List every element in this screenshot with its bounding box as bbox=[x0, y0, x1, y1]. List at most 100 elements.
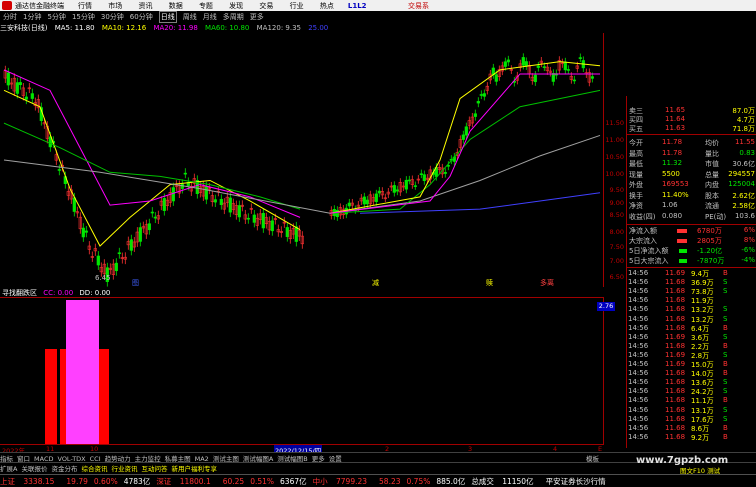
y-tick-650: 6.50 bbox=[609, 273, 624, 281]
sh-pct: 0.60% bbox=[93, 476, 118, 486]
stat-value: 0.080 bbox=[662, 211, 683, 220]
quote-panel: 卖三 11.65 87.0万 买四 11.64 4.7万 买五 11.63 71.8万 今开 11… bbox=[626, 96, 756, 448]
menu-redian[interactable]: 热点 bbox=[320, 2, 334, 10]
sh-amount: 4783亿 bbox=[123, 476, 151, 486]
f10-link[interactable]: 图文F10 测试 bbox=[680, 465, 720, 475]
stat-label: 收益(四) bbox=[629, 212, 656, 221]
tabs2-tab-4[interactable]: 行业资讯 bbox=[111, 465, 137, 473]
tick-time: 14:56 bbox=[628, 314, 649, 323]
candle bbox=[138, 227, 142, 242]
tick-time: 14:56 bbox=[628, 341, 649, 350]
menu-hangye[interactable]: 行业 bbox=[290, 2, 304, 10]
ask-volume: 71.8万 bbox=[732, 125, 755, 133]
kline-chart[interactable]: 6.45 图 减 赎 多离 bbox=[0, 33, 604, 287]
candle bbox=[96, 255, 100, 266]
tick-row: 14:56 11.68 13.2万 S bbox=[627, 315, 756, 324]
flow-bar bbox=[677, 239, 687, 243]
flow-value: 6780万 bbox=[697, 227, 722, 235]
period-month[interactable]: 月线 bbox=[203, 12, 217, 22]
tick-row: 14:56 11.69 3.6万 S bbox=[627, 333, 756, 342]
zx-change: 58.23 bbox=[379, 476, 401, 486]
period-15min[interactable]: 15分钟 bbox=[72, 12, 95, 22]
candle bbox=[129, 239, 133, 251]
tabs2-tab-5[interactable]: 互动问答 bbox=[141, 465, 167, 473]
tick-price: 11.68 bbox=[665, 305, 686, 314]
candle bbox=[246, 217, 250, 220]
candle bbox=[473, 113, 477, 117]
candle bbox=[270, 220, 274, 232]
indicator-chart[interactable]: 2.76 bbox=[0, 297, 615, 445]
candle bbox=[213, 199, 217, 203]
menu-zhuanti[interactable]: 专题 bbox=[199, 2, 213, 10]
tabs2-tab-3[interactable]: 综合资讯 bbox=[81, 465, 107, 473]
candle bbox=[407, 179, 411, 182]
period-5min[interactable]: 5分钟 bbox=[47, 12, 65, 22]
trade-system-button[interactable]: 交易系 bbox=[408, 1, 429, 11]
candle bbox=[6, 72, 10, 86]
broker-marquee[interactable]: 平安证券长沙行情 bbox=[546, 476, 606, 487]
sz-index[interactable]: 深证 11800.1 bbox=[156, 476, 216, 487]
tabs2-tab-0[interactable]: 扩展A bbox=[0, 465, 17, 473]
date-axis: 2022年 11 10 2022/12/15/四 2 3 4 E bbox=[0, 444, 604, 455]
tabs2-tab-1[interactable]: 关联报价 bbox=[21, 465, 47, 473]
tick-direction: B bbox=[723, 423, 728, 432]
period-fenshi[interactable]: 分时 bbox=[3, 12, 17, 22]
l1l2-toggle[interactable]: L1L2 bbox=[348, 2, 367, 10]
period-multi[interactable]: 多周期 bbox=[223, 12, 244, 22]
menu-hangqing[interactable]: 行情 bbox=[78, 2, 92, 10]
candle bbox=[419, 173, 423, 175]
flow-pct: -4% bbox=[741, 256, 755, 264]
y-tick-1100: 11.00 bbox=[605, 136, 624, 144]
candle bbox=[150, 211, 154, 214]
stat-row: 外盘 169553 内盘 125004 bbox=[627, 180, 756, 189]
candle bbox=[219, 198, 223, 206]
flow-bar bbox=[679, 259, 687, 263]
period-more[interactable]: 更多 bbox=[250, 12, 264, 22]
tick-time: 14:56 bbox=[628, 305, 649, 314]
sz-amount: 6367亿 bbox=[280, 476, 307, 486]
flow-value: -1.20亿 bbox=[697, 247, 723, 255]
period-30min[interactable]: 30分钟 bbox=[101, 12, 124, 22]
menu-jiaoyi[interactable]: 交易 bbox=[259, 2, 273, 10]
stat-value: 11.32 bbox=[662, 159, 683, 167]
candle bbox=[536, 65, 540, 68]
menu-faxian[interactable]: 发现 bbox=[229, 2, 243, 10]
candle bbox=[117, 252, 121, 255]
tabs2-tab-2[interactable]: 资金分布 bbox=[51, 465, 77, 473]
sh-index[interactable]: 上证 3338.15 bbox=[0, 476, 60, 487]
tick-direction: B bbox=[723, 396, 728, 405]
candle bbox=[506, 59, 510, 63]
candle bbox=[422, 174, 426, 181]
tick-volume: 9.2万 bbox=[691, 433, 710, 442]
menu-shichang[interactable]: 市场 bbox=[108, 2, 122, 10]
tabs2-tab-6[interactable]: 新用户福利专享 bbox=[171, 465, 217, 473]
tick-row: 14:56 11.68 73.8万 S bbox=[627, 287, 756, 296]
flow-row: 5日净流入额 -1.20亿 -6% bbox=[627, 246, 756, 255]
period-day[interactable]: 日线 bbox=[158, 11, 177, 23]
sub-indicator-name[interactable]: 寻找翻跌区 bbox=[2, 289, 37, 297]
period-week[interactable]: 周线 bbox=[183, 12, 197, 22]
app-logo-icon bbox=[2, 1, 12, 10]
tick-price: 11.68 bbox=[665, 378, 686, 387]
candle bbox=[24, 96, 28, 100]
tick-time: 14:56 bbox=[628, 405, 649, 414]
period-60min[interactable]: 60分钟 bbox=[130, 12, 153, 22]
candle bbox=[114, 262, 118, 272]
tick-price: 11.68 bbox=[665, 323, 686, 332]
tick-direction: S bbox=[723, 378, 728, 387]
menu-shuju[interactable]: 数据 bbox=[169, 2, 183, 10]
tick-row: 14:56 11.68 24.2万 S bbox=[627, 387, 756, 396]
tick-time: 14:56 bbox=[628, 296, 649, 305]
y-tick-1000: 10.00 bbox=[605, 170, 624, 178]
ma-extra-value: 25.00 bbox=[308, 24, 329, 32]
period-1min[interactable]: 1分钟 bbox=[23, 12, 41, 22]
flow-label: 5日净流入额 bbox=[629, 247, 669, 255]
zx-index[interactable]: 中小 7799.23 bbox=[313, 476, 373, 487]
tick-direction: B bbox=[723, 323, 728, 332]
stat-row: 最高 11.78 量比 0.83 bbox=[627, 149, 756, 158]
y-tick-750: 7.50 bbox=[609, 243, 624, 251]
tick-time: 14:56 bbox=[628, 387, 649, 396]
menu-zixun[interactable]: 资讯 bbox=[138, 2, 152, 10]
tick-time: 14:56 bbox=[628, 423, 649, 432]
candle bbox=[395, 189, 399, 192]
